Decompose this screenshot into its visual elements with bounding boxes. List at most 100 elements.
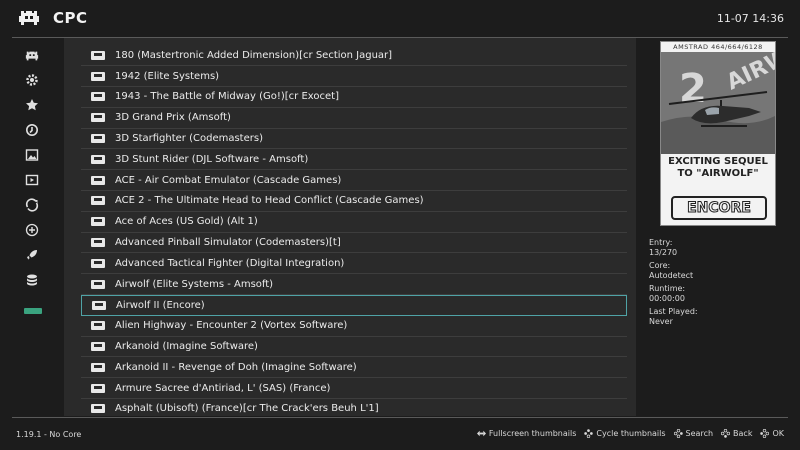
cycle-thumbnails-label: Cycle thumbnails bbox=[596, 429, 666, 438]
list-item[interactable]: Advanced Pinball Simulator (Codemasters)… bbox=[81, 233, 627, 254]
cassette-icon bbox=[91, 134, 105, 144]
boxart-tagline: EXCITING SEQUEL TO "AIRWOLF" bbox=[668, 156, 768, 179]
list-item-label: 3D Starfighter (Codemasters) bbox=[115, 133, 263, 145]
list-item-label: 180 (Mastertronic Added Dimension)[cr Se… bbox=[115, 49, 393, 61]
list-item-label: ACE - Air Combat Emulator (Cascade Games… bbox=[115, 174, 342, 186]
face-button-icon bbox=[721, 429, 731, 438]
list-item-label: Ace of Aces (US Gold) (Alt 1) bbox=[115, 216, 258, 228]
list-item[interactable]: ACE - Air Combat Emulator (Cascade Games… bbox=[81, 170, 627, 192]
search-hint[interactable]: Search bbox=[673, 429, 714, 438]
last-played-label: Last Played: bbox=[649, 307, 698, 316]
cassette-icon bbox=[91, 217, 105, 227]
playlist-active-icon[interactable] bbox=[24, 308, 42, 314]
boxart-platform-band: AMSTRAD 464/664/6128 bbox=[661, 42, 775, 52]
list-item[interactable]: 180 (Mastertronic Added Dimension)[cr Se… bbox=[81, 46, 627, 67]
video-icon[interactable] bbox=[22, 170, 42, 190]
list-item-label: Armure Sacree d'Antiriad, L' (SAS) (Fran… bbox=[115, 382, 331, 394]
face-button-icon bbox=[584, 429, 594, 438]
cassette-icon bbox=[91, 154, 105, 164]
list-item[interactable]: ACE 2 - The Ultimate Head to Head Confli… bbox=[81, 191, 627, 212]
cassette-icon bbox=[91, 362, 105, 372]
runtime-value: 00:00:00 bbox=[649, 294, 685, 303]
gear-icon[interactable] bbox=[22, 70, 42, 90]
list-item-label: 3D Grand Prix (Amsoft) bbox=[115, 112, 231, 124]
boxart-helicopter-art: AIRWOLF 2 bbox=[661, 42, 775, 154]
core-value: Autodetect bbox=[649, 271, 694, 280]
list-item[interactable]: 1942 (Elite Systems) bbox=[81, 66, 627, 88]
list-item-label: Alien Highway - Encounter 2 (Vortex Soft… bbox=[115, 320, 348, 332]
list-item-label: Advanced Tactical Fighter (Digital Integ… bbox=[115, 257, 345, 269]
list-item[interactable]: Ace of Aces (US Gold) (Alt 1) bbox=[81, 212, 627, 233]
list-item[interactable]: Airwolf (Elite Systems - Amsoft) bbox=[81, 274, 627, 296]
cassette-icon bbox=[91, 279, 105, 289]
list-item[interactable]: Asphalt (Ubisoft) (France)[cr The Crack'… bbox=[81, 399, 627, 416]
header-bar: CPC 11-07 14:36 bbox=[0, 0, 800, 36]
core-info: Core: Autodetect bbox=[649, 261, 693, 281]
cassette-icon bbox=[91, 92, 105, 102]
list-item[interactable]: Arkanoid (Imagine Software) bbox=[81, 337, 627, 358]
boxart-thumbnail[interactable]: AMSTRAD 464/664/6128 AIRWOLF 2 EXCITING … bbox=[660, 41, 776, 226]
list-item-selected[interactable]: Airwolf II (Encore) bbox=[81, 295, 627, 316]
ok-hint[interactable]: OK bbox=[760, 429, 784, 438]
history-icon[interactable] bbox=[22, 120, 42, 140]
main-menu-icon[interactable] bbox=[22, 46, 42, 66]
dpad-left-right-icon bbox=[476, 430, 486, 437]
cassette-icon bbox=[91, 50, 105, 60]
retroarch-logo-icon bbox=[19, 11, 39, 25]
back-label: Back bbox=[733, 429, 753, 438]
playlist-title: CPC bbox=[53, 9, 88, 27]
info-panel: AMSTRAD 464/664/6128 AIRWOLF 2 EXCITING … bbox=[636, 38, 800, 416]
sidebar bbox=[0, 38, 64, 416]
list-item[interactable]: Alien Highway - Encounter 2 (Vortex Soft… bbox=[81, 316, 627, 337]
list-item[interactable]: Advanced Tactical Fighter (Digital Integ… bbox=[81, 254, 627, 275]
list-item-label: Advanced Pinball Simulator (Codemasters)… bbox=[115, 237, 341, 249]
list-item-label: Arkanoid (Imagine Software) bbox=[115, 341, 258, 353]
cassette-icon bbox=[91, 113, 105, 123]
fullscreen-thumbnails-hint[interactable]: Fullscreen thumbnails bbox=[476, 429, 577, 438]
face-button-icon bbox=[760, 429, 770, 438]
list-item[interactable]: Armure Sacree d'Antiriad, L' (SAS) (Fran… bbox=[81, 378, 627, 400]
image-icon[interactable] bbox=[22, 145, 42, 165]
list-item-label: 1942 (Elite Systems) bbox=[115, 70, 220, 82]
list-item[interactable]: 3D Starfighter (Codemasters) bbox=[81, 129, 627, 150]
list-item-label: 3D Stunt Rider (DJL Software - Amsoft) bbox=[115, 153, 309, 165]
button-hints: Fullscreen thumbnails Cycle thumbnails S… bbox=[476, 429, 784, 438]
cassette-icon bbox=[91, 258, 105, 268]
list-item-label: ACE 2 - The Ultimate Head to Head Confli… bbox=[115, 195, 424, 207]
list-item-label: Airwolf II (Encore) bbox=[116, 299, 205, 311]
star-icon[interactable] bbox=[22, 95, 42, 115]
fullscreen-thumbnails-label: Fullscreen thumbnails bbox=[488, 429, 577, 438]
search-label: Search bbox=[685, 429, 714, 438]
clock: 11-07 14:36 bbox=[716, 12, 784, 25]
cassette-icon bbox=[91, 383, 105, 393]
entry-info: Entry: 13/270 bbox=[649, 238, 677, 258]
list-item-label: 1943 - The Battle of Midway (Go!)[cr Exo… bbox=[115, 91, 339, 103]
back-hint[interactable]: Back bbox=[721, 429, 752, 438]
cassette-icon bbox=[91, 404, 105, 414]
runtime-label: Runtime: bbox=[649, 284, 686, 293]
list-item-label: Asphalt (Ubisoft) (France)[cr The Crack'… bbox=[115, 403, 379, 415]
version-label: 1.19.1 - No Core bbox=[16, 430, 82, 439]
entry-value: 13/270 bbox=[649, 248, 678, 257]
game-list: 180 (Mastertronic Added Dimension)[cr Se… bbox=[64, 38, 636, 416]
list-item[interactable]: Arkanoid II - Revenge of Doh (Imagine So… bbox=[81, 358, 627, 379]
core-label: Core: bbox=[649, 261, 671, 270]
last-played-value: Never bbox=[649, 317, 673, 326]
add-icon[interactable] bbox=[22, 220, 42, 240]
cassette-icon bbox=[91, 196, 105, 206]
cassette-icon bbox=[91, 342, 105, 352]
list-item[interactable]: 3D Stunt Rider (DJL Software - Amsoft) bbox=[81, 150, 627, 171]
cycle-thumbnails-hint[interactable]: Cycle thumbnails bbox=[584, 429, 666, 438]
cassette-icon bbox=[91, 321, 105, 331]
cassette-icon bbox=[91, 238, 105, 248]
list-item-label: Arkanoid II - Revenge of Doh (Imagine So… bbox=[115, 361, 357, 373]
list-item[interactable]: 3D Grand Prix (Amsoft) bbox=[81, 108, 627, 129]
face-button-icon bbox=[673, 429, 683, 438]
netplay-icon[interactable] bbox=[22, 195, 42, 215]
cassette-icon bbox=[91, 175, 105, 185]
database-icon[interactable] bbox=[22, 270, 42, 290]
list-item[interactable]: 1943 - The Battle of Midway (Go!)[cr Exo… bbox=[81, 87, 627, 108]
cassette-icon bbox=[91, 71, 105, 81]
rocket-icon[interactable] bbox=[22, 245, 42, 265]
last-played-info: Last Played: Never bbox=[649, 307, 698, 327]
